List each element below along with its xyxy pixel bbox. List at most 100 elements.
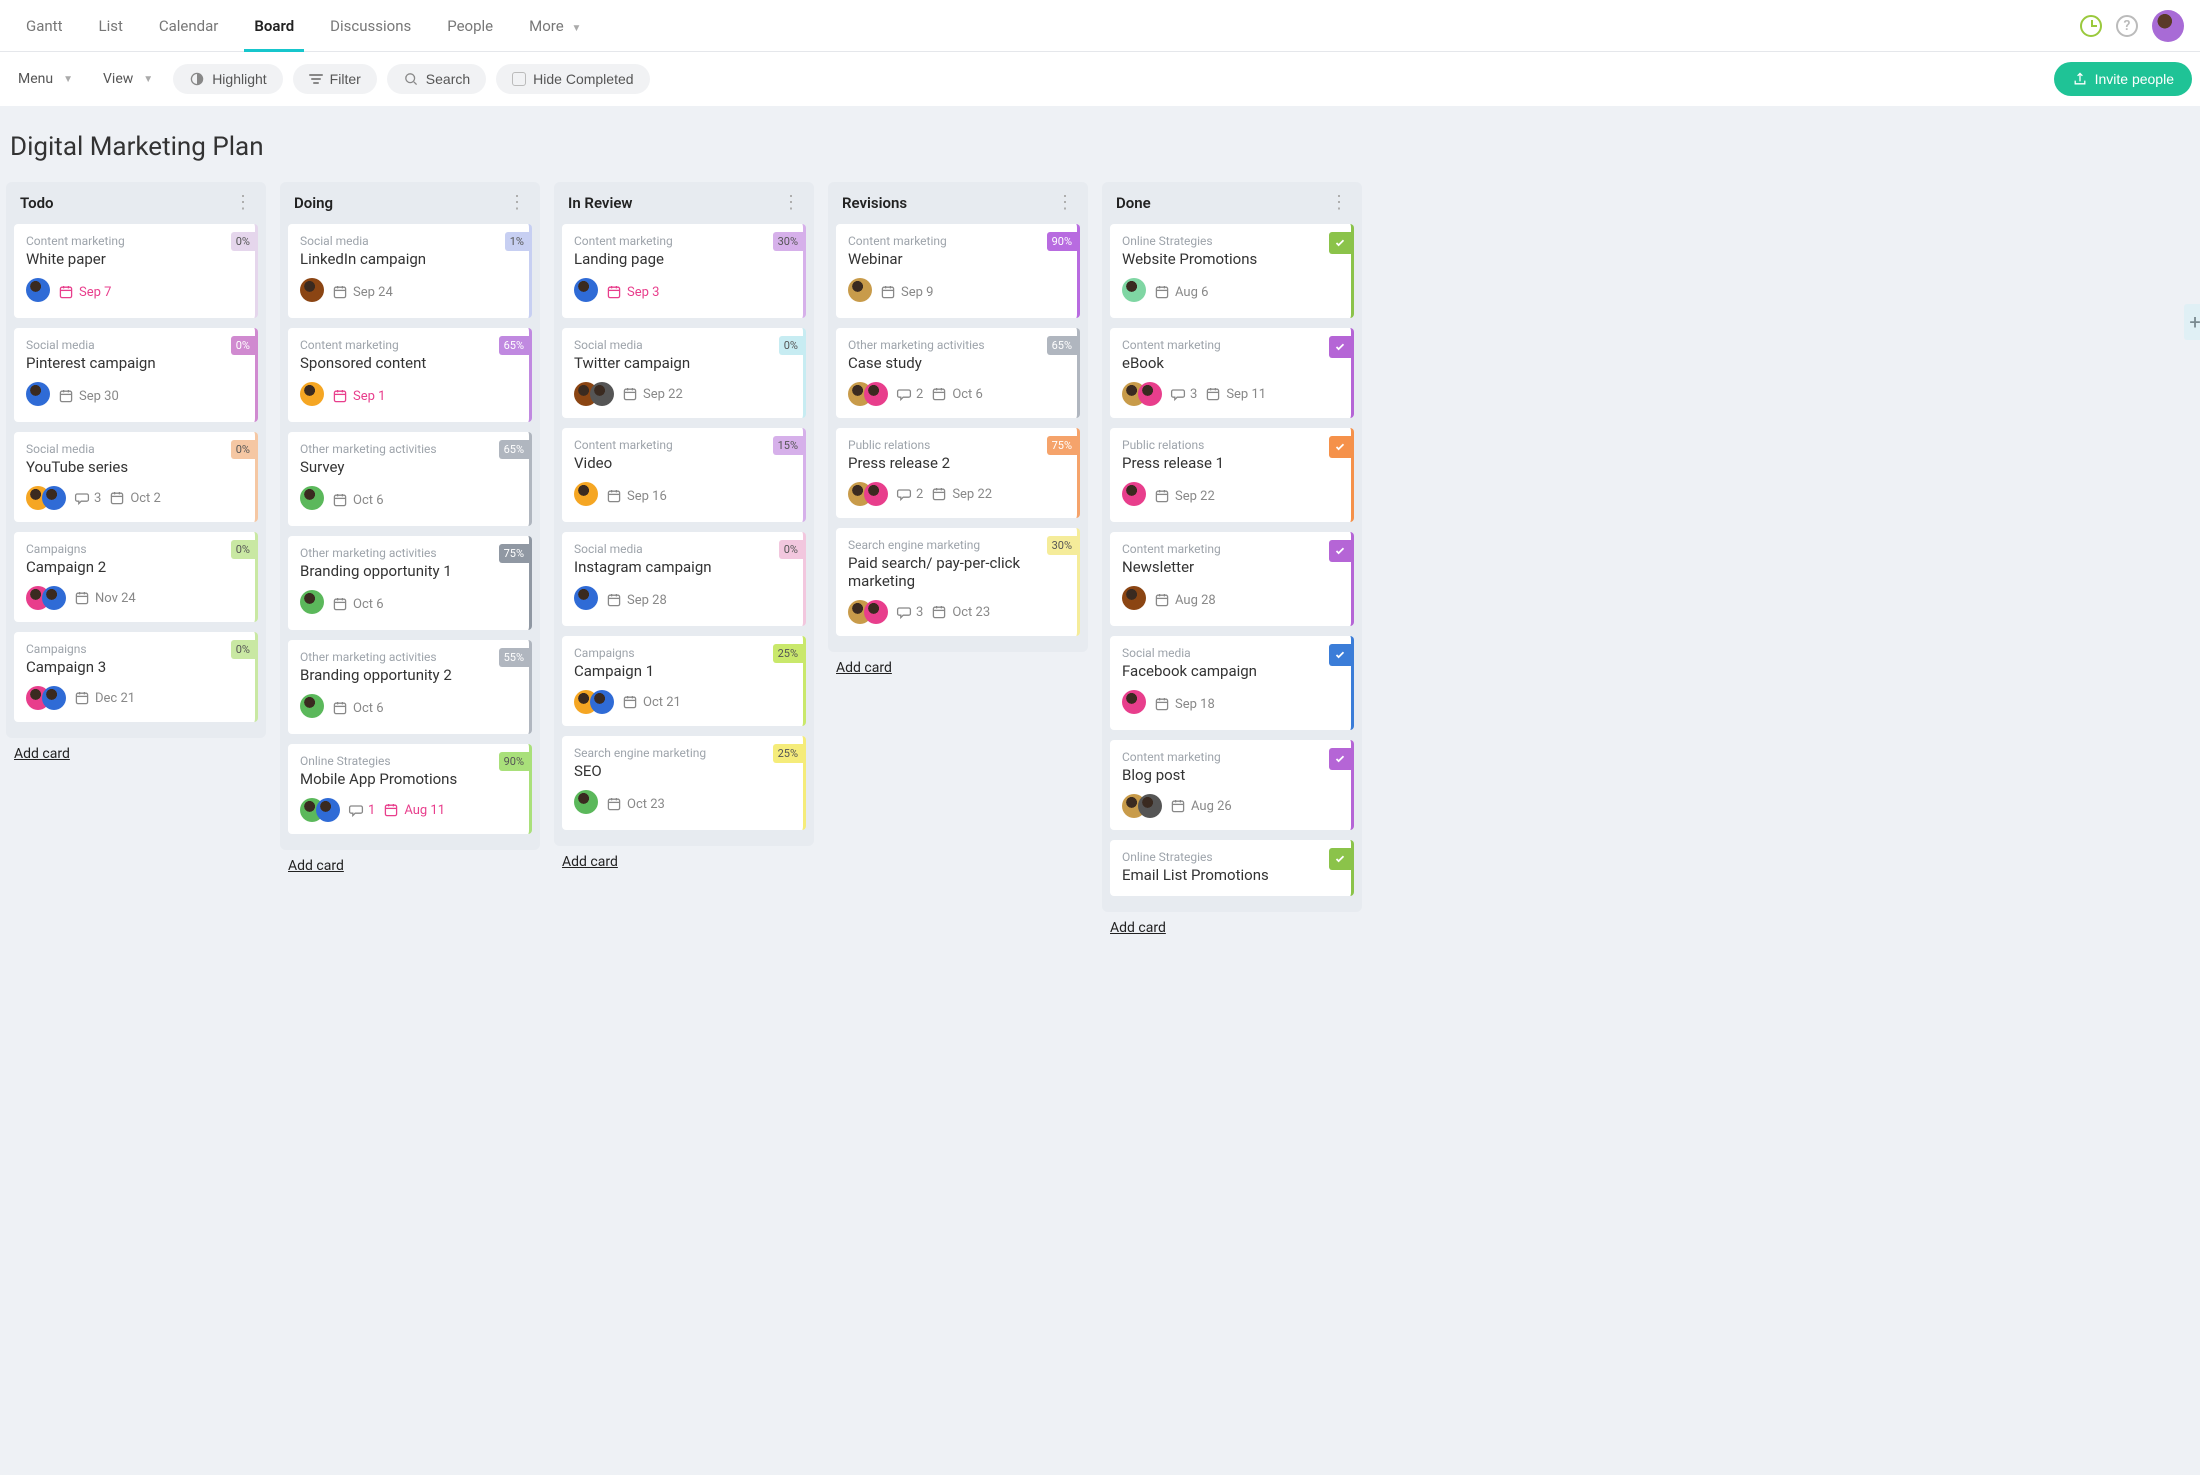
column-menu-icon[interactable]: ⋮	[1330, 198, 1348, 208]
avatar	[864, 482, 888, 506]
card[interactable]: Online Strategies Website Promotions Aug…	[1110, 224, 1354, 318]
card[interactable]: 30% Search engine marketing Paid search/…	[836, 528, 1080, 636]
add-column-button[interactable]: +	[2184, 304, 2200, 340]
card-title: Webinar	[848, 250, 1065, 268]
avatar	[1122, 482, 1146, 506]
user-avatar[interactable]	[2152, 10, 2184, 42]
assignee-avatars	[848, 278, 872, 306]
card[interactable]: 90% Content marketing Webinar Sep 9	[836, 224, 1080, 318]
progress-badge: 0%	[231, 540, 255, 559]
done-badge	[1329, 436, 1351, 458]
recent-icon[interactable]	[2080, 15, 2102, 37]
card[interactable]: 0% Social media YouTube series 3Oct 2	[14, 432, 258, 522]
card-category: Campaigns	[26, 642, 243, 656]
card-category: Campaigns	[26, 542, 243, 556]
card[interactable]: 0% Campaigns Campaign 3 Dec 21	[14, 632, 258, 722]
card-category: Social media	[26, 338, 243, 352]
avatar	[300, 278, 324, 302]
card[interactable]: 25% Search engine marketing SEO Oct 23	[562, 736, 806, 830]
card[interactable]: 65% Other marketing activities Survey Oc…	[288, 432, 532, 526]
card-title: Website Promotions	[1122, 250, 1339, 268]
assignee-avatars	[574, 382, 614, 406]
hide-completed-toggle[interactable]: Hide Completed	[496, 64, 649, 94]
add-card-link[interactable]: Add card	[554, 846, 814, 874]
view-dropdown[interactable]: View▼	[93, 64, 163, 94]
due-date: Oct 23	[931, 604, 990, 620]
progress-badge: 0%	[231, 440, 255, 459]
card-title: Mobile App Promotions	[300, 770, 517, 788]
card[interactable]: Online Strategies Email List Promotions	[1110, 840, 1354, 896]
comments-count: 2	[896, 486, 923, 502]
menu-dropdown[interactable]: Menu▼	[8, 64, 83, 94]
nav-tab-more[interactable]: More ▼	[511, 1, 599, 51]
nav-tab-gantt[interactable]: Gantt	[8, 1, 80, 51]
card-title: Press release 2	[848, 454, 1065, 472]
card[interactable]: 0% Social media Pinterest campaign Sep 3…	[14, 328, 258, 422]
nav-tab-calendar[interactable]: Calendar	[141, 1, 237, 51]
progress-badge: 75%	[499, 544, 529, 563]
card[interactable]: 25% Campaigns Campaign 1 Oct 21	[562, 636, 806, 726]
share-icon	[2072, 71, 2088, 87]
card[interactable]: Content marketing Newsletter Aug 28	[1110, 532, 1354, 626]
highlight-button[interactable]: Highlight	[173, 64, 282, 94]
avatar	[848, 278, 872, 302]
card[interactable]: 0% Campaigns Campaign 2 Nov 24	[14, 532, 258, 622]
card[interactable]: 30% Content marketing Landing page Sep 3	[562, 224, 806, 318]
avatar	[864, 600, 888, 624]
add-card-link[interactable]: Add card	[1102, 912, 1362, 940]
card[interactable]: 75% Other marketing activities Branding …	[288, 536, 532, 630]
avatar	[574, 278, 598, 302]
due-date: Oct 6	[332, 492, 384, 508]
card[interactable]: 55% Other marketing activities Branding …	[288, 640, 532, 734]
column-menu-icon[interactable]: ⋮	[234, 198, 252, 208]
card-title: Paid search/ pay-per-click marketing	[848, 554, 1065, 590]
avatar	[26, 278, 50, 302]
card[interactable]: 1% Social media LinkedIn campaign Sep 24	[288, 224, 532, 318]
due-date: Sep 7	[58, 284, 111, 300]
card[interactable]: 0% Social media Instagram campaign Sep 2…	[562, 532, 806, 626]
card[interactable]: 65% Content marketing Sponsored content …	[288, 328, 532, 422]
progress-badge: 90%	[1047, 232, 1077, 251]
invite-people-button[interactable]: Invite people	[2054, 62, 2192, 96]
card-category: Content marketing	[300, 338, 517, 352]
due-date: Sep 22	[622, 386, 683, 402]
card[interactable]: Content marketing eBook 3Sep 11	[1110, 328, 1354, 418]
nav-tab-people[interactable]: People	[429, 1, 511, 51]
nav-tab-board[interactable]: Board	[236, 1, 312, 51]
assignee-avatars	[300, 486, 324, 514]
card[interactable]: 0% Content marketing White paper Sep 7	[14, 224, 258, 318]
card[interactable]: 0% Social media Twitter campaign Sep 22	[562, 328, 806, 418]
nav-tab-list[interactable]: List	[80, 1, 140, 51]
done-badge	[1329, 336, 1351, 358]
column-menu-icon[interactable]: ⋮	[782, 198, 800, 208]
card-title: Facebook campaign	[1122, 662, 1339, 680]
column-menu-icon[interactable]: ⋮	[1056, 198, 1074, 208]
card-category: Content marketing	[574, 234, 791, 248]
card[interactable]: Public relations Press release 1 Sep 22	[1110, 428, 1354, 522]
add-card-link[interactable]: Add card	[828, 652, 1088, 680]
card[interactable]: Social media Facebook campaign Sep 18	[1110, 636, 1354, 730]
card[interactable]: 75% Public relations Press release 2 2Se…	[836, 428, 1080, 518]
add-card-link[interactable]: Add card	[6, 738, 266, 766]
assignee-avatars	[26, 486, 66, 510]
avatar	[1122, 278, 1146, 302]
column-title: Revisions	[842, 194, 907, 212]
assignee-avatars	[1122, 794, 1162, 818]
help-icon[interactable]: ?	[2116, 15, 2138, 37]
avatar	[590, 382, 614, 406]
assignee-avatars	[1122, 382, 1162, 406]
add-card-link[interactable]: Add card	[280, 850, 540, 878]
card-title: Branding opportunity 2	[300, 666, 517, 684]
nav-tab-discussions[interactable]: Discussions	[312, 1, 429, 51]
hide-completed-checkbox[interactable]	[512, 72, 526, 86]
card-title: Campaign 3	[26, 658, 243, 676]
due-date: Sep 28	[606, 592, 667, 608]
caret-icon: ▼	[63, 74, 73, 85]
card[interactable]: 90% Online Strategies Mobile App Promoti…	[288, 744, 532, 834]
search-button[interactable]: Search	[387, 64, 486, 94]
card[interactable]: 15% Content marketing Video Sep 16	[562, 428, 806, 522]
filter-button[interactable]: Filter	[293, 64, 377, 94]
card[interactable]: 65% Other marketing activities Case stud…	[836, 328, 1080, 418]
card[interactable]: Content marketing Blog post Aug 26	[1110, 740, 1354, 830]
column-menu-icon[interactable]: ⋮	[508, 198, 526, 208]
